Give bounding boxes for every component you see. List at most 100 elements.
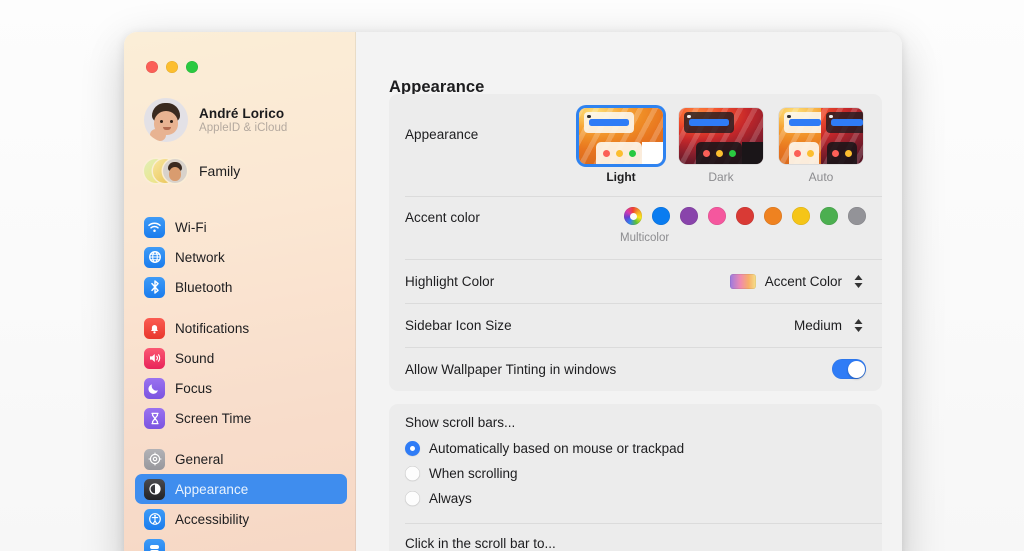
sidebar-label: Wi-Fi — [175, 219, 207, 235]
content-panel: Appearance Appearance Light Dark Auto Ac… — [356, 32, 902, 551]
moon-icon — [144, 377, 165, 399]
accent-swatch-yellow[interactable] — [792, 207, 810, 225]
sidebar-label: General — [175, 451, 224, 467]
sidebar-label: Accessibility — [175, 511, 250, 527]
highlight-color-label: Highlight Color — [405, 273, 495, 289]
highlight-color-value: Accent Color — [764, 273, 842, 289]
appearance-option-light[interactable]: Light — [576, 108, 666, 184]
sidebar-label: Appearance — [175, 481, 249, 497]
radio-always[interactable] — [405, 491, 420, 506]
accent-color-row: Accent color Multicolor — [389, 196, 882, 259]
sidebar-label: Focus — [175, 380, 213, 396]
appearance-card: Appearance Light Dark Auto Accent color … — [389, 94, 882, 391]
globe-icon — [144, 246, 165, 268]
accent-swatches: Multicolor — [620, 207, 866, 244]
control-center-icon — [144, 538, 165, 551]
appearance-option-auto[interactable]: Auto — [776, 108, 866, 184]
close-button[interactable] — [146, 61, 158, 73]
light-thumbnail[interactable] — [579, 108, 663, 164]
accent-swatch-pink[interactable] — [708, 207, 726, 225]
appearance-options: Light Dark Auto — [576, 108, 866, 184]
sidebar-label: Sound — [175, 350, 215, 366]
sidebar-item-general[interactable]: General — [135, 444, 347, 474]
speaker-icon — [144, 347, 165, 369]
multicolor-label: Multicolor — [620, 232, 670, 244]
sidebar-item-appearance[interactable]: Appearance — [135, 474, 347, 504]
sidebar-icon-size-label: Sidebar Icon Size — [405, 317, 512, 333]
wifi-icon — [144, 216, 165, 238]
gear-icon — [144, 448, 165, 470]
scrollbars-card: Show scroll bars... Automatically based … — [389, 404, 882, 551]
screen: André Lorico AppleID & iCloud Family Wi-… — [0, 0, 1024, 551]
light-label: Light — [606, 170, 636, 184]
hourglass-icon — [144, 407, 165, 429]
account-name: André Lorico — [199, 106, 285, 121]
appearance-option-dark[interactable]: Dark — [676, 108, 766, 184]
highlight-color-swatch — [729, 273, 756, 289]
accent-color-label: Accent color — [405, 210, 480, 225]
scrollbar-option-when-scrolling[interactable]: When scrolling — [405, 461, 866, 486]
zoom-button[interactable] — [186, 61, 198, 73]
account-subtitle: AppleID & iCloud — [199, 122, 288, 134]
sidebar-item-sound[interactable]: Sound — [135, 343, 347, 373]
sidebar: André Lorico AppleID & iCloud Family Wi-… — [124, 32, 356, 551]
sidebar-item-focus[interactable]: Focus — [135, 373, 347, 403]
accent-swatch-orange[interactable] — [764, 207, 782, 225]
window-controls — [146, 61, 198, 73]
appearance-row: Appearance Light Dark Auto — [389, 94, 882, 196]
radio-when-scrolling[interactable] — [405, 466, 420, 481]
accent-swatch-multicolor[interactable] — [624, 207, 642, 225]
sidebar-item-accessibility[interactable]: Accessibility — [135, 504, 347, 534]
appearance-icon — [144, 478, 165, 500]
sidebar-label: Bluetooth — [175, 279, 233, 295]
scrollbar-option-automatic[interactable]: Automatically based on mouse or trackpad — [405, 436, 866, 461]
wallpaper-tinting-row: Allow Wallpaper Tinting in windows — [389, 347, 882, 391]
sidebar-icon-size-row: Sidebar Icon Size Medium — [389, 303, 882, 347]
sidebar-item-network[interactable]: Network — [135, 242, 347, 272]
family-avatars-icon — [144, 158, 188, 184]
sidebar-group-general: General Appearance Accessibility — [135, 444, 347, 551]
scrollbars-title: Show scroll bars... — [405, 415, 516, 430]
appearance-label: Appearance — [405, 127, 479, 142]
bluetooth-icon — [144, 276, 165, 298]
sidebar-icon-size-value: Medium — [793, 317, 842, 333]
sidebar-item-notifications[interactable]: Notifications — [135, 313, 347, 343]
dark-thumbnail[interactable] — [679, 108, 763, 164]
minimize-button[interactable] — [166, 61, 178, 73]
accent-swatch-green[interactable] — [820, 207, 838, 225]
sidebar-nav: Wi-Fi Network Bluetooth Notifications So… — [135, 212, 347, 551]
sidebar-item-partial[interactable] — [135, 534, 347, 551]
accent-swatch-red[interactable] — [736, 207, 754, 225]
sidebar-item-family[interactable]: Family — [136, 154, 346, 188]
radio-when-scrolling-label: When scrolling — [429, 466, 518, 481]
settings-cards: Appearance Light Dark Auto Accent color … — [389, 94, 882, 551]
auto-label: Auto — [808, 170, 834, 184]
radio-always-label: Always — [429, 491, 472, 506]
sidebar-icon-size-stepper[interactable] — [851, 315, 866, 336]
wallpaper-tinting-toggle[interactable] — [832, 359, 866, 379]
radio-automatic[interactable] — [405, 441, 420, 456]
radio-automatic-label: Automatically based on mouse or trackpad — [429, 441, 685, 456]
sidebar-item-bluetooth[interactable]: Bluetooth — [135, 272, 347, 302]
auto-thumbnail[interactable] — [779, 108, 863, 164]
accent-swatch-blue[interactable] — [652, 207, 670, 225]
accent-swatch-gray[interactable] — [848, 207, 866, 225]
sidebar-label: Screen Time — [175, 410, 252, 426]
scrollbars-block: Show scroll bars... Automatically based … — [389, 404, 882, 523]
sidebar-label: Notifications — [175, 320, 250, 336]
account-row[interactable]: André Lorico AppleID & iCloud — [136, 94, 346, 146]
family-label: Family — [199, 163, 241, 179]
sidebar-group-system: Notifications Sound Focus Screen Time — [135, 313, 347, 433]
accent-swatch-purple[interactable] — [680, 207, 698, 225]
bell-icon — [144, 317, 165, 339]
system-settings-window: André Lorico AppleID & iCloud Family Wi-… — [124, 32, 902, 551]
sidebar-label: Network — [175, 249, 225, 265]
scrollbar-option-always[interactable]: Always — [405, 486, 866, 511]
highlight-color-stepper[interactable] — [851, 271, 866, 292]
click-scrollbar-title: Click in the scroll bar to... — [405, 536, 556, 551]
memoji-avatar — [144, 98, 188, 142]
sidebar-item-wifi[interactable]: Wi-Fi — [135, 212, 347, 242]
accessibility-icon — [144, 508, 165, 530]
dark-label: Dark — [708, 170, 734, 184]
sidebar-item-screen-time[interactable]: Screen Time — [135, 403, 347, 433]
